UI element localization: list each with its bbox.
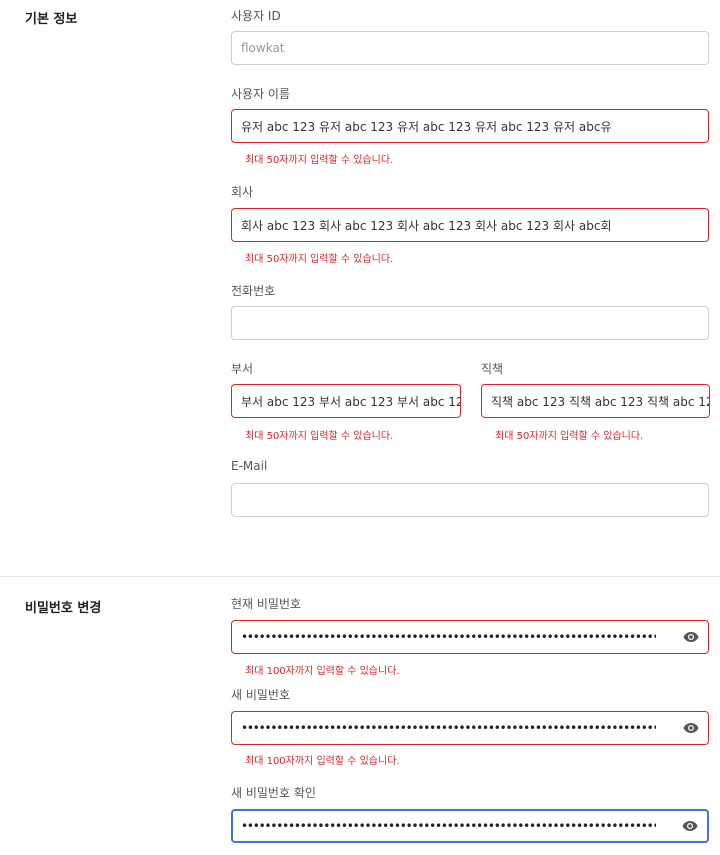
company-value: 회사 abc 123 회사 abc 123 회사 abc 123 회사 abc … <box>241 218 612 233</box>
eye-icon[interactable] <box>683 631 699 643</box>
current-password-input[interactable]: ••••••••••••••••••••••••••••••••••••••••… <box>231 620 709 654</box>
position-input[interactable]: 직책 abc 123 직책 abc 123 직책 abc 123 <box>481 384 710 418</box>
confirm-password-label: 새 비밀번호 확인 <box>231 786 316 800</box>
confirm-password-input[interactable]: ••••••••••••••••••••••••••••••••••••••••… <box>231 809 709 843</box>
user-name-error: 최대 50자까지 입력할 수 있습니다. <box>245 155 394 166</box>
new-password-label: 새 비밀번호 <box>231 688 291 702</box>
position-label: 직책 <box>481 362 504 376</box>
department-label: 부서 <box>231 362 254 376</box>
section-title-basic-info: 기본 정보 <box>25 12 78 27</box>
company-error: 최대 50자까지 입력할 수 있습니다. <box>245 254 394 265</box>
section-title-password-change: 비밀번호 변경 <box>25 601 102 616</box>
position-value: 직책 abc 123 직책 abc 123 직책 abc 123 <box>491 394 710 409</box>
department-input[interactable]: 부서 abc 123 부서 abc 123 부서 abc 123 <box>231 384 461 418</box>
user-id-field: flowkat <box>231 31 709 65</box>
company-input[interactable]: 회사 abc 123 회사 abc 123 회사 abc 123 회사 abc … <box>231 208 709 242</box>
new-password-value: ••••••••••••••••••••••••••••••••••••••••… <box>241 721 656 735</box>
current-password-value: ••••••••••••••••••••••••••••••••••••••••… <box>241 630 656 644</box>
email-input[interactable] <box>231 483 709 517</box>
department-value: 부서 abc 123 부서 abc 123 부서 abc 123 <box>241 394 461 409</box>
position-error: 최대 50자까지 입력할 수 있습니다. <box>495 431 644 442</box>
section-divider <box>0 576 720 577</box>
email-label: E-Mail <box>231 459 268 473</box>
phone-label: 전화번호 <box>231 284 276 298</box>
new-password-error: 최대 100자까지 입력할 수 있습니다. <box>245 756 400 767</box>
eye-icon[interactable] <box>682 820 698 832</box>
current-password-error: 최대 100자까지 입력할 수 있습니다. <box>245 666 400 677</box>
user-name-value: 유저 abc 123 유저 abc 123 유저 abc 123 유저 abc … <box>241 119 612 134</box>
confirm-password-value: ••••••••••••••••••••••••••••••••••••••••… <box>241 819 656 833</box>
user-id-value: flowkat <box>241 41 285 55</box>
new-password-input[interactable]: ••••••••••••••••••••••••••••••••••••••••… <box>231 711 709 745</box>
eye-icon[interactable] <box>683 722 699 734</box>
user-name-input[interactable]: 유저 abc 123 유저 abc 123 유저 abc 123 유저 abc … <box>231 109 709 143</box>
phone-input[interactable] <box>231 306 709 340</box>
user-name-label: 사용자 이름 <box>231 87 291 101</box>
user-id-label: 사용자 ID <box>231 9 281 23</box>
department-error: 최대 50자까지 입력할 수 있습니다. <box>245 431 394 442</box>
current-password-label: 현재 비밀번호 <box>231 597 302 611</box>
company-label: 회사 <box>231 185 254 199</box>
